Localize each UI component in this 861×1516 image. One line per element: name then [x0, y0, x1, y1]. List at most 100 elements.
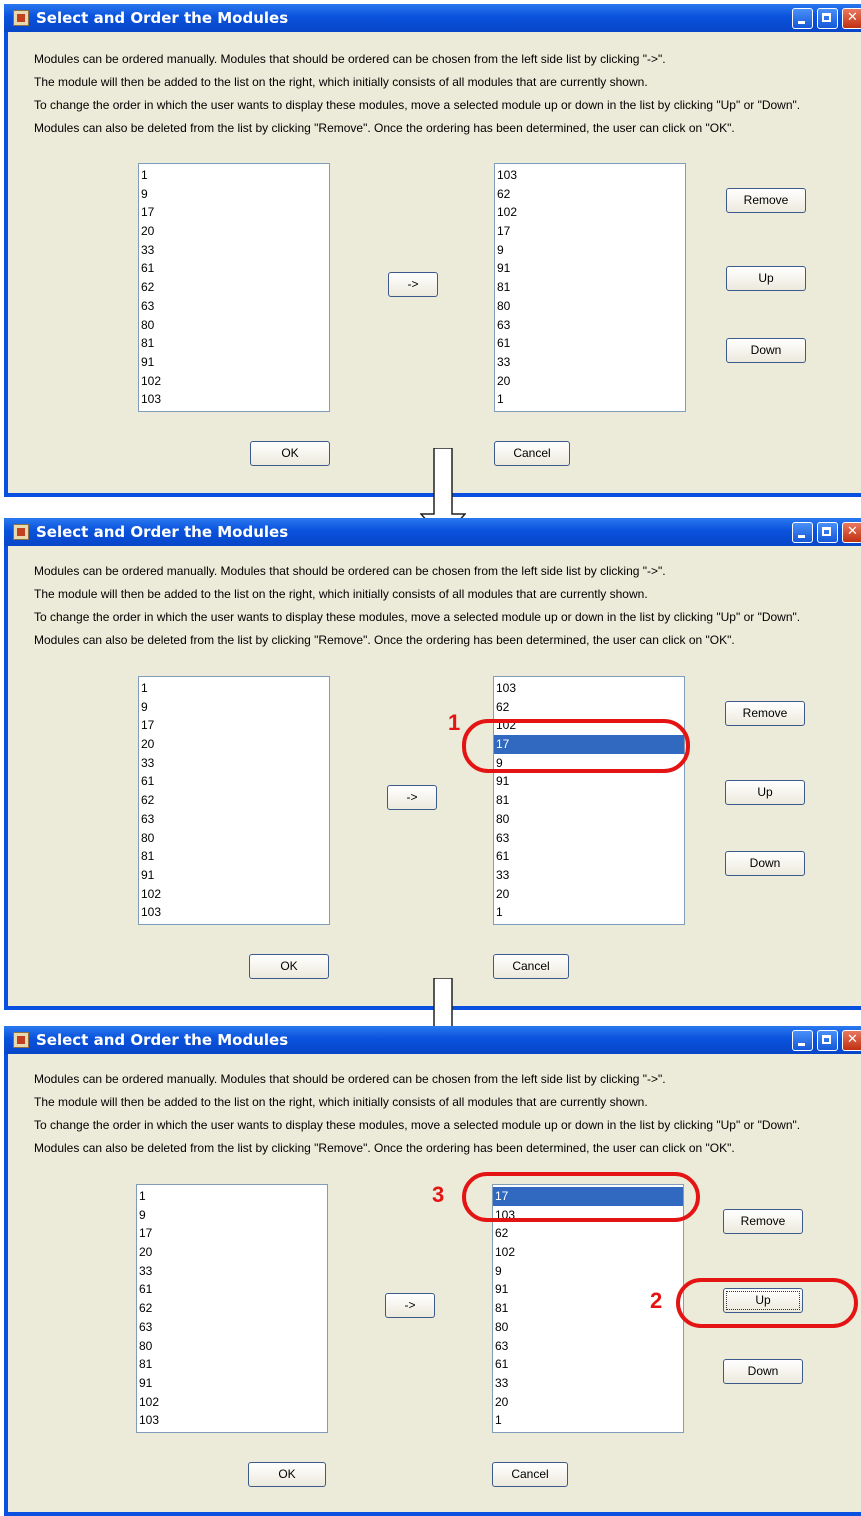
ok-button[interactable]: OK: [249, 954, 329, 979]
list-item[interactable]: 1: [139, 166, 329, 185]
list-item[interactable]: 1: [495, 390, 685, 409]
down-button[interactable]: Down: [723, 1359, 803, 1384]
list-item[interactable]: 62: [139, 791, 329, 810]
list-item[interactable]: 81: [139, 334, 329, 353]
maximize-icon[interactable]: [817, 522, 838, 543]
list-item[interactable]: 61: [139, 259, 329, 278]
title-bar[interactable]: Select and Order the Modules: [4, 4, 861, 32]
list-item[interactable]: 102: [493, 1243, 683, 1262]
title-bar[interactable]: Select and Order the Modules: [4, 518, 861, 546]
list-item[interactable]: 91: [139, 866, 329, 885]
available-modules-list[interactable]: 1 9 17 20 33 61 62 63 80 81 91 102 103: [136, 1184, 328, 1433]
maximize-icon[interactable]: [817, 8, 838, 29]
list-item[interactable]: 80: [493, 1318, 683, 1337]
list-item[interactable]: 81: [495, 278, 685, 297]
list-item[interactable]: 33: [494, 866, 684, 885]
list-item[interactable]: 33: [495, 353, 685, 372]
list-item[interactable]: 91: [494, 772, 684, 791]
list-item[interactable]: 17: [139, 716, 329, 735]
list-item[interactable]: 1: [494, 903, 684, 922]
list-item[interactable]: 63: [493, 1337, 683, 1356]
list-item[interactable]: 63: [139, 810, 329, 829]
list-item[interactable]: 91: [495, 259, 685, 278]
list-item[interactable]: 33: [139, 754, 329, 773]
list-item[interactable]: 1: [139, 679, 329, 698]
list-item[interactable]: 91: [137, 1374, 327, 1393]
up-button[interactable]: Up: [725, 780, 805, 805]
up-button[interactable]: Up: [726, 266, 806, 291]
list-item[interactable]: 81: [139, 847, 329, 866]
list-item[interactable]: 62: [137, 1299, 327, 1318]
list-item[interactable]: 61: [493, 1355, 683, 1374]
list-item[interactable]: 103: [139, 903, 329, 922]
add-module-button[interactable]: ->: [385, 1293, 435, 1318]
cancel-button[interactable]: Cancel: [492, 1462, 568, 1487]
close-icon[interactable]: [842, 522, 861, 543]
list-item[interactable]: 63: [495, 316, 685, 335]
available-modules-list[interactable]: 1 9 17 20 33 61 62 63 80 81 91 102 103: [138, 676, 330, 925]
minimize-icon[interactable]: [792, 8, 813, 29]
list-item[interactable]: 1: [493, 1411, 683, 1430]
list-item[interactable]: 62: [494, 698, 684, 717]
list-item[interactable]: 103: [137, 1411, 327, 1430]
list-item[interactable]: 63: [139, 297, 329, 316]
available-modules-list[interactable]: 1 9 17 20 33 61 62 63 80 81 91 102 103: [138, 163, 330, 412]
list-item[interactable]: 1: [137, 1187, 327, 1206]
list-item[interactable]: 80: [139, 316, 329, 335]
list-item[interactable]: 80: [494, 810, 684, 829]
down-button[interactable]: Down: [725, 851, 805, 876]
list-item[interactable]: 80: [139, 829, 329, 848]
list-item[interactable]: 9: [139, 698, 329, 717]
list-item[interactable]: 17: [139, 203, 329, 222]
down-button[interactable]: Down: [726, 338, 806, 363]
title-bar[interactable]: Select and Order the Modules: [4, 1026, 861, 1054]
add-module-button[interactable]: ->: [387, 785, 437, 810]
list-item[interactable]: 102: [495, 203, 685, 222]
list-item[interactable]: 9: [495, 241, 685, 260]
list-item[interactable]: 102: [139, 372, 329, 391]
list-item[interactable]: 61: [137, 1280, 327, 1299]
list-item[interactable]: 33: [139, 241, 329, 260]
list-item[interactable]: 20: [494, 885, 684, 904]
list-item[interactable]: 63: [137, 1318, 327, 1337]
list-item[interactable]: 103: [495, 166, 685, 185]
list-item[interactable]: 91: [139, 353, 329, 372]
list-item[interactable]: 9: [139, 185, 329, 204]
maximize-icon[interactable]: [817, 1030, 838, 1051]
list-item[interactable]: 81: [137, 1355, 327, 1374]
list-item[interactable]: 61: [494, 847, 684, 866]
list-item[interactable]: 61: [495, 334, 685, 353]
add-module-button[interactable]: ->: [388, 272, 438, 297]
list-item[interactable]: 80: [137, 1337, 327, 1356]
list-item[interactable]: 17: [137, 1224, 327, 1243]
list-item[interactable]: 61: [139, 772, 329, 791]
list-item[interactable]: 103: [494, 679, 684, 698]
ordered-modules-list[interactable]: 103 62 102 17 9 91 81 80 63 61 33 20 1: [494, 163, 686, 412]
list-item[interactable]: 102: [139, 885, 329, 904]
list-item[interactable]: 63: [494, 829, 684, 848]
close-icon[interactable]: [842, 8, 861, 29]
list-item[interactable]: 62: [495, 185, 685, 204]
list-item[interactable]: 33: [137, 1262, 327, 1281]
remove-button[interactable]: Remove: [725, 701, 805, 726]
list-item[interactable]: 20: [139, 735, 329, 754]
minimize-icon[interactable]: [792, 1030, 813, 1051]
list-item[interactable]: 81: [494, 791, 684, 810]
minimize-icon[interactable]: [792, 522, 813, 543]
ok-button[interactable]: OK: [250, 441, 330, 466]
list-item[interactable]: 33: [493, 1374, 683, 1393]
list-item[interactable]: 17: [495, 222, 685, 241]
list-item[interactable]: 102: [137, 1393, 327, 1412]
cancel-button[interactable]: Cancel: [493, 954, 569, 979]
list-item[interactable]: 9: [493, 1262, 683, 1281]
list-item[interactable]: 20: [137, 1243, 327, 1262]
list-item[interactable]: 80: [495, 297, 685, 316]
close-icon[interactable]: [842, 1030, 861, 1051]
list-item[interactable]: 62: [493, 1224, 683, 1243]
ok-button[interactable]: OK: [248, 1462, 326, 1487]
list-item[interactable]: 103: [139, 390, 329, 409]
list-item[interactable]: 20: [495, 372, 685, 391]
list-item[interactable]: 62: [139, 278, 329, 297]
list-item[interactable]: 20: [493, 1393, 683, 1412]
list-item[interactable]: 9: [137, 1206, 327, 1225]
